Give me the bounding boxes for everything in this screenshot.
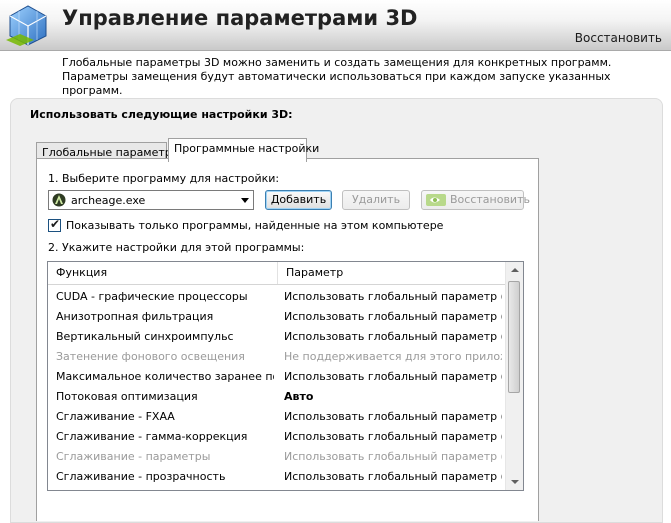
header: Управление параметрами 3D Восстановить — [0, 0, 671, 51]
remove-program-button[interactable]: Удалить — [342, 190, 410, 210]
settings-list: Функция Параметр CUDA - графические проц… — [47, 261, 524, 491]
show-found-programs-checkbox[interactable]: ✔ — [48, 217, 61, 232]
archeage-program-icon — [52, 193, 66, 207]
list-header: Функция Параметр — [48, 262, 506, 285]
scroll-down-icon[interactable] — [506, 473, 523, 490]
step2-label: 2. Укажите настройки для этой программы: — [48, 241, 305, 254]
restore-program-label: Восстановить — [450, 193, 530, 206]
panel-title: Использовать следующие настройки 3D: — [30, 108, 293, 121]
page-description: Глобальные параметры 3D можно заменить и… — [62, 56, 612, 97]
scroll-thumb[interactable] — [508, 281, 520, 393]
page-title: Управление параметрами 3D — [62, 6, 418, 30]
program-select-value: archeage.exe — [71, 194, 146, 207]
table-row[interactable]: Максимальное количество заранее под... Ис… — [48, 367, 506, 387]
add-program-button[interactable]: Добавить — [265, 190, 332, 210]
settings-rows: CUDA - графические процессоры Использоват… — [48, 287, 506, 487]
table-row[interactable]: Сглаживание - гамма-коррекция Использоват… — [48, 427, 506, 447]
table-row[interactable]: Сглаживание - прозрачность Использовать г… — [48, 467, 506, 487]
tab-program-settings[interactable]: Программные настройки — [168, 138, 319, 162]
scroll-up-icon[interactable] — [506, 262, 523, 279]
table-row[interactable]: Анизотропная фильтрация Использовать глоб… — [48, 307, 506, 327]
show-found-programs-label: Показывать только программы, найденные н… — [66, 219, 444, 232]
chevron-down-icon — [241, 198, 249, 203]
3d-cube-icon — [6, 5, 47, 46]
restore-defaults-link[interactable]: Восстановить — [575, 31, 662, 45]
restore-program-button[interactable]: Восстановить — [421, 190, 530, 210]
step1-label: 1. Выберите программу для настройки: — [48, 172, 280, 185]
table-row[interactable]: Сглаживание - параметры Использовать глоб… — [48, 447, 506, 467]
table-row[interactable]: Вертикальный синхроимпульс Использовать г… — [48, 327, 506, 347]
nvidia-icon — [426, 194, 446, 206]
table-row[interactable]: Потоковая оптимизация Авто — [48, 387, 506, 407]
list-scrollbar[interactable] — [505, 262, 523, 490]
program-select[interactable]: archeage.exe — [48, 190, 254, 210]
column-header-function[interactable]: Функция — [48, 262, 278, 284]
checkmark-icon: ✔ — [50, 217, 61, 231]
table-row[interactable]: Сглаживание - FXAA Использовать глобальны… — [48, 407, 506, 427]
column-header-parameter[interactable]: Параметр — [278, 262, 506, 284]
table-row[interactable]: CUDA - графические процессоры Использоват… — [48, 287, 506, 307]
table-row[interactable]: Затенение фонового освещения Не поддержив… — [48, 347, 506, 367]
